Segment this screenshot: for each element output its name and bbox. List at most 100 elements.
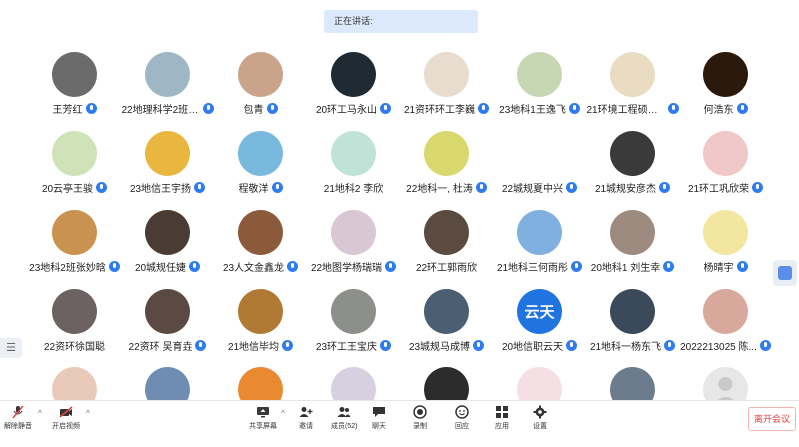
participant-tile[interactable]: 22资环 吴育垚 — [121, 289, 214, 369]
avatar-initials: 云天 — [524, 304, 555, 321]
participant-tile[interactable]: 程敬洋 — [214, 131, 307, 211]
mic-status-icon — [571, 260, 583, 272]
record-label: 录制 — [413, 423, 427, 430]
mic-status-icon — [667, 102, 679, 114]
avatar — [610, 210, 655, 255]
avatar — [145, 210, 190, 255]
chat-icon — [372, 405, 386, 419]
participant-name: 23地科1王逸飞 — [499, 104, 566, 116]
participant-tile[interactable]: 20云亭王骏 — [28, 131, 121, 211]
participant-tile[interactable]: 23地科2班张妙晗 — [28, 210, 121, 290]
participant-name-row: 王芳红 — [28, 101, 121, 116]
participant-tile[interactable]: 21环境工程硕士... — [586, 52, 679, 132]
participant-tile[interactable]: 21环工巩欣荣 — [679, 131, 772, 211]
participant-tile[interactable]: 23人文金鑫龙 — [214, 210, 307, 290]
start-video-button[interactable]: 开启视频 — [52, 405, 80, 435]
avatar — [703, 289, 748, 334]
participant-tile[interactable]: 22地理科学2班刘倩睿 — [121, 52, 214, 132]
participant-tile[interactable]: 2022213025 陈... — [679, 289, 772, 369]
bottom-toolbar: 解除静音 ^ 开启视频 ^ 共享屏幕 ^ 邀请 成员(52) 聊天 录制 回应 … — [0, 400, 799, 436]
participant-tile[interactable]: 何浩东 — [679, 52, 772, 132]
record-button[interactable]: 录制 — [413, 405, 427, 435]
participant-tile[interactable]: 21地科2 李欣 — [307, 131, 400, 211]
unmute-button[interactable]: 解除静音 — [4, 405, 32, 435]
share-side-button[interactable] — [773, 260, 797, 286]
invite-button[interactable]: 邀请 — [299, 405, 313, 435]
mic-status-icon — [287, 260, 299, 272]
avatar — [424, 289, 469, 334]
participant-name-row: 23地信王宇扬 — [121, 180, 214, 195]
reaction-label: 回应 — [455, 423, 469, 430]
participant-tile[interactable]: 21资环环工李巍 — [400, 52, 493, 132]
apps-label: 应用 — [495, 423, 509, 430]
mic-status-icon — [759, 339, 771, 351]
share-screen-label: 共享屏幕 — [249, 423, 277, 430]
participant-tile[interactable]: 21地科三何雨彤 — [493, 210, 586, 290]
participant-name-row: 21地信毕均 — [214, 338, 307, 353]
participant-name-row: 20环工马永山 — [307, 101, 400, 116]
mic-status-icon — [96, 181, 108, 193]
share-icon — [778, 266, 792, 280]
participant-name: 23地信王宇扬 — [129, 183, 192, 195]
avatar — [703, 210, 748, 255]
avatar — [517, 210, 562, 255]
participant-name: 23城规马成博 — [408, 341, 471, 353]
mic-muted-icon — [11, 405, 25, 419]
participant-name-row: 20云亭王骏 — [28, 180, 121, 195]
participant-name: 2022213025 陈... — [680, 341, 757, 353]
members-button[interactable]: 成员(52) — [331, 405, 357, 435]
participant-tile[interactable]: 王芳红 — [28, 52, 121, 132]
participant-name: 22城规夏中兴 — [501, 183, 564, 195]
participant-tile[interactable]: 23环工王宝庆 — [307, 289, 400, 369]
participant-tile[interactable]: 杨晴宇 — [679, 210, 772, 290]
avatar — [145, 131, 190, 176]
participant-name-row: 22城规夏中兴 — [493, 180, 586, 195]
participant-tile[interactable]: 包青 — [214, 52, 307, 132]
avatar — [52, 131, 97, 176]
mic-status-icon — [736, 102, 748, 114]
participant-name: 杨晴宇 — [703, 262, 734, 274]
participant-tile[interactable]: 22城规夏中兴 — [493, 131, 586, 211]
leave-meeting-button[interactable]: 离开会议 — [748, 407, 796, 431]
settings-button[interactable]: 设置 — [533, 405, 547, 435]
participant-tile[interactable]: 22资环徐国聪 — [28, 289, 121, 369]
share-screen-button[interactable]: 共享屏幕 — [249, 405, 277, 435]
mic-status-icon — [380, 102, 392, 114]
reaction-button[interactable]: 回应 — [455, 405, 469, 435]
chat-button[interactable]: 聊天 — [372, 405, 386, 435]
participant-tile[interactable]: 20城规任婕 — [121, 210, 214, 290]
participant-tile[interactable]: 21城规安彦杰 — [586, 131, 679, 211]
collapse-list-button[interactable]: ☰ — [0, 338, 22, 358]
participant-tile[interactable]: 23地科1王逸飞 — [493, 52, 586, 132]
participant-tile[interactable]: 22环工郭雨欣 — [400, 210, 493, 290]
start-video-label: 开启视频 — [52, 423, 80, 430]
camera-off-icon — [59, 405, 73, 419]
participant-tile[interactable]: 20环工马永山 — [307, 52, 400, 132]
avatar — [610, 289, 655, 334]
avatar — [52, 289, 97, 334]
participant-tile[interactable]: 22地科一, 杜涛 — [400, 131, 493, 211]
avatar — [145, 52, 190, 97]
share-options-caret[interactable]: ^ — [281, 409, 285, 418]
participant-tile[interactable]: 23地信王宇扬 — [121, 131, 214, 211]
participant-tile[interactable]: 20地科1 刘生幸 — [586, 210, 679, 290]
participant-tile[interactable]: 云天 20地信职云天 — [493, 289, 586, 369]
participant-tile[interactable]: 21地科一杨东飞 — [586, 289, 679, 369]
participant-name-row: 杨晴宇 — [679, 259, 772, 274]
settings-label: 设置 — [533, 423, 547, 430]
avatar — [424, 210, 469, 255]
participant-tile[interactable]: 23城规马成博 — [400, 289, 493, 369]
avatar — [52, 52, 97, 97]
participant-name-row: 20地信职云天 — [493, 338, 586, 353]
participant-name-row: 包青 — [214, 101, 307, 116]
chat-label: 聊天 — [372, 423, 386, 430]
mic-status-icon — [568, 102, 580, 114]
apps-button[interactable]: 应用 — [495, 405, 509, 435]
audio-options-caret[interactable]: ^ — [38, 409, 42, 418]
mic-status-icon — [266, 102, 278, 114]
participant-tile[interactable]: 21地信毕均 — [214, 289, 307, 369]
avatar — [331, 52, 376, 97]
video-options-caret[interactable]: ^ — [86, 409, 90, 418]
participant-tile[interactable]: 22地图学杨瑞瑞 — [307, 210, 400, 290]
participant-name: 23人文金鑫龙 — [222, 262, 285, 274]
